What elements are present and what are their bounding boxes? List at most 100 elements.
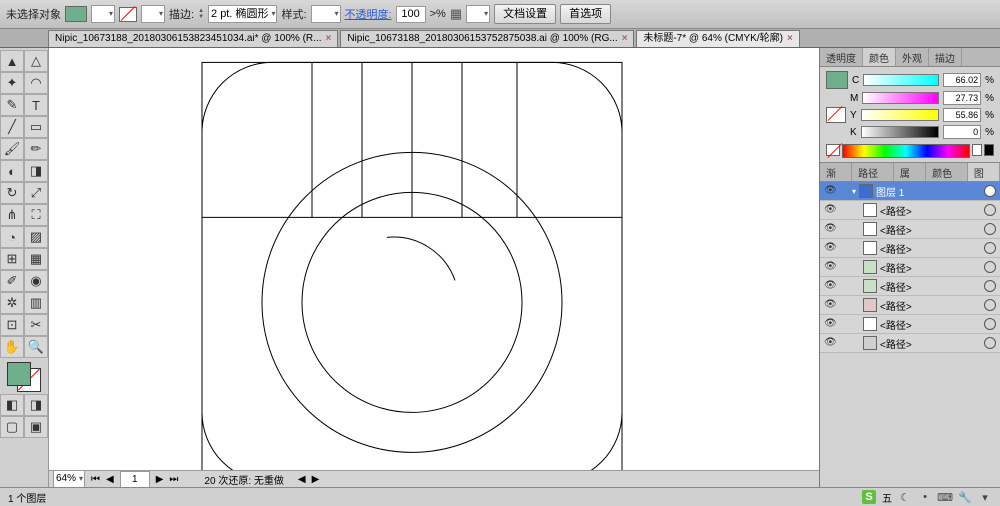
layer-row[interactable]: 👁 ▾ 图层 1 xyxy=(820,182,1000,201)
tab-attributes[interactable]: 属性 xyxy=(894,163,926,181)
blend-tool[interactable]: ◉ xyxy=(24,270,48,292)
expand-icon[interactable]: ▾ xyxy=(852,187,856,196)
draw-mode[interactable]: ◨ xyxy=(24,394,48,416)
target-icon[interactable] xyxy=(984,204,996,216)
gradient-tool[interactable]: ▦ xyxy=(24,248,48,270)
target-icon[interactable] xyxy=(984,223,996,235)
target-icon[interactable] xyxy=(984,185,996,197)
visibility-icon[interactable]: 👁 xyxy=(824,299,836,311)
moon-icon[interactable]: ☾ xyxy=(898,490,912,504)
layer-row[interactable]: 👁<路径> xyxy=(820,277,1000,296)
free-transform-tool[interactable]: ⛶ xyxy=(24,204,48,226)
doc-setup-button[interactable]: 文档设置 xyxy=(494,4,556,24)
target-icon[interactable] xyxy=(984,337,996,349)
spectrum-black[interactable] xyxy=(984,144,994,156)
spectrum-white[interactable] xyxy=(972,144,982,156)
target-icon[interactable] xyxy=(984,261,996,273)
hand-tool[interactable]: ✋ xyxy=(0,336,24,358)
tab-stroke[interactable]: 描边 xyxy=(929,48,962,66)
scroll-right-icon[interactable]: ▶ xyxy=(312,474,320,485)
tab-gradient[interactable]: 渐变 xyxy=(820,163,852,181)
tab-color[interactable]: 颜色 xyxy=(863,48,896,66)
visibility-icon[interactable]: 👁 xyxy=(824,318,836,330)
c-slider[interactable] xyxy=(863,74,939,86)
scale-tool[interactable]: ⤢ xyxy=(24,182,48,204)
prev-page-icon[interactable]: ◀ xyxy=(106,474,114,485)
align-icon[interactable]: ▦ xyxy=(450,6,462,22)
slice-tool[interactable]: ✂ xyxy=(24,314,48,336)
tab-layers[interactable]: 图层 xyxy=(968,163,1000,181)
page-number[interactable]: 1 xyxy=(120,471,150,488)
visibility-icon[interactable]: 👁 xyxy=(824,204,836,216)
tab-pathfinder[interactable]: 路径图 xyxy=(852,163,894,181)
width-tool[interactable]: ⋔ xyxy=(0,204,24,226)
target-icon[interactable] xyxy=(984,242,996,254)
symbol-sprayer-tool[interactable]: ✲ xyxy=(0,292,24,314)
y-slider[interactable] xyxy=(861,109,939,121)
style-dropdown[interactable] xyxy=(311,5,341,23)
spectrum-bar[interactable] xyxy=(842,144,970,158)
c-value[interactable]: 66.02 xyxy=(943,73,981,87)
dot-icon[interactable]: • xyxy=(918,490,932,504)
shape-builder-tool[interactable]: ◔ xyxy=(0,226,24,248)
fill-stroke-swatches[interactable] xyxy=(7,362,41,392)
stroke-width-spinner[interactable]: ▲▼ xyxy=(198,8,204,20)
ime-icon[interactable]: S xyxy=(862,490,876,504)
line-tool[interactable]: ╱ xyxy=(0,116,24,138)
selection-tool[interactable]: ▲ xyxy=(0,50,24,72)
artboard-tool[interactable]: ⊡ xyxy=(0,314,24,336)
layer-row[interactable]: 👁<路径> xyxy=(820,315,1000,334)
visibility-icon[interactable]: 👁 xyxy=(824,185,836,197)
direct-selection-tool[interactable]: △ xyxy=(24,50,48,72)
color-preview[interactable] xyxy=(826,71,848,89)
fill-dropdown[interactable] xyxy=(91,5,115,23)
target-icon[interactable] xyxy=(984,299,996,311)
preferences-button[interactable]: 首选项 xyxy=(560,4,611,24)
close-icon[interactable]: × xyxy=(622,33,628,44)
canvas[interactable]: 64% ⏮ ◀ 1 ▶ ⏭ 20 次还原: 无重做 ◀ ▶ xyxy=(49,48,819,487)
lasso-tool[interactable]: ◠ xyxy=(24,72,48,94)
tab-transparency[interactable]: 透明度 xyxy=(820,48,863,66)
ime-label[interactable]: 五 xyxy=(882,490,892,505)
next-page-icon[interactable]: ▶ xyxy=(156,474,164,485)
visibility-icon[interactable]: 👁 xyxy=(824,337,836,349)
k-value[interactable]: 0 xyxy=(943,125,981,139)
magic-wand-tool[interactable]: ✦ xyxy=(0,72,24,94)
last-page-icon[interactable]: ⏭ xyxy=(169,474,178,485)
keyboard-icon[interactable]: ⌨ xyxy=(938,490,952,504)
close-icon[interactable]: × xyxy=(787,33,793,44)
close-icon[interactable]: × xyxy=(325,33,331,44)
none-color[interactable] xyxy=(826,107,846,123)
target-icon[interactable] xyxy=(984,280,996,292)
visibility-icon[interactable]: 👁 xyxy=(824,261,836,273)
tab-doc-2[interactable]: Nipic_10673188_20180306153752875038.ai @… xyxy=(340,30,634,47)
pencil-tool[interactable]: ✏ xyxy=(24,138,48,160)
align-dropdown[interactable] xyxy=(466,5,490,23)
m-value[interactable]: 27.73 xyxy=(943,91,981,105)
stroke-none-swatch[interactable] xyxy=(119,7,137,22)
visibility-icon[interactable]: 👁 xyxy=(824,280,836,292)
layer-row[interactable]: 👁<路径> xyxy=(820,220,1000,239)
opacity-value[interactable]: 100 xyxy=(396,6,426,23)
m-slider[interactable] xyxy=(862,92,939,104)
stroke-dropdown[interactable] xyxy=(141,5,165,23)
layer-row[interactable]: 👁<路径> xyxy=(820,334,1000,353)
spectrum-none[interactable] xyxy=(826,144,840,156)
fill-swatch[interactable] xyxy=(65,6,87,22)
rotate-tool[interactable]: ↻ xyxy=(0,182,24,204)
change-screen[interactable]: ▣ xyxy=(24,416,48,438)
blob-brush-tool[interactable]: ◐ xyxy=(0,160,24,182)
zoom-dropdown[interactable]: 64% xyxy=(53,470,85,487)
opacity-label[interactable]: 不透明度: xyxy=(345,6,392,22)
tab-doc-3[interactable]: 未标题-7* @ 64% (CMYK/轮廓)× xyxy=(636,30,799,47)
color-mode[interactable]: ◧ xyxy=(0,394,24,416)
screen-mode[interactable]: ▢ xyxy=(0,416,24,438)
first-page-icon[interactable]: ⏮ xyxy=(91,474,100,485)
visibility-icon[interactable]: 👁 xyxy=(824,242,836,254)
chevron-down-icon[interactable]: ▾ xyxy=(978,490,992,504)
k-slider[interactable] xyxy=(861,126,939,138)
tool-icon[interactable]: 🔧 xyxy=(958,490,972,504)
fill-color[interactable] xyxy=(7,362,31,386)
scroll-left-icon[interactable]: ◀ xyxy=(298,474,306,485)
layer-row[interactable]: 👁<路径> xyxy=(820,201,1000,220)
